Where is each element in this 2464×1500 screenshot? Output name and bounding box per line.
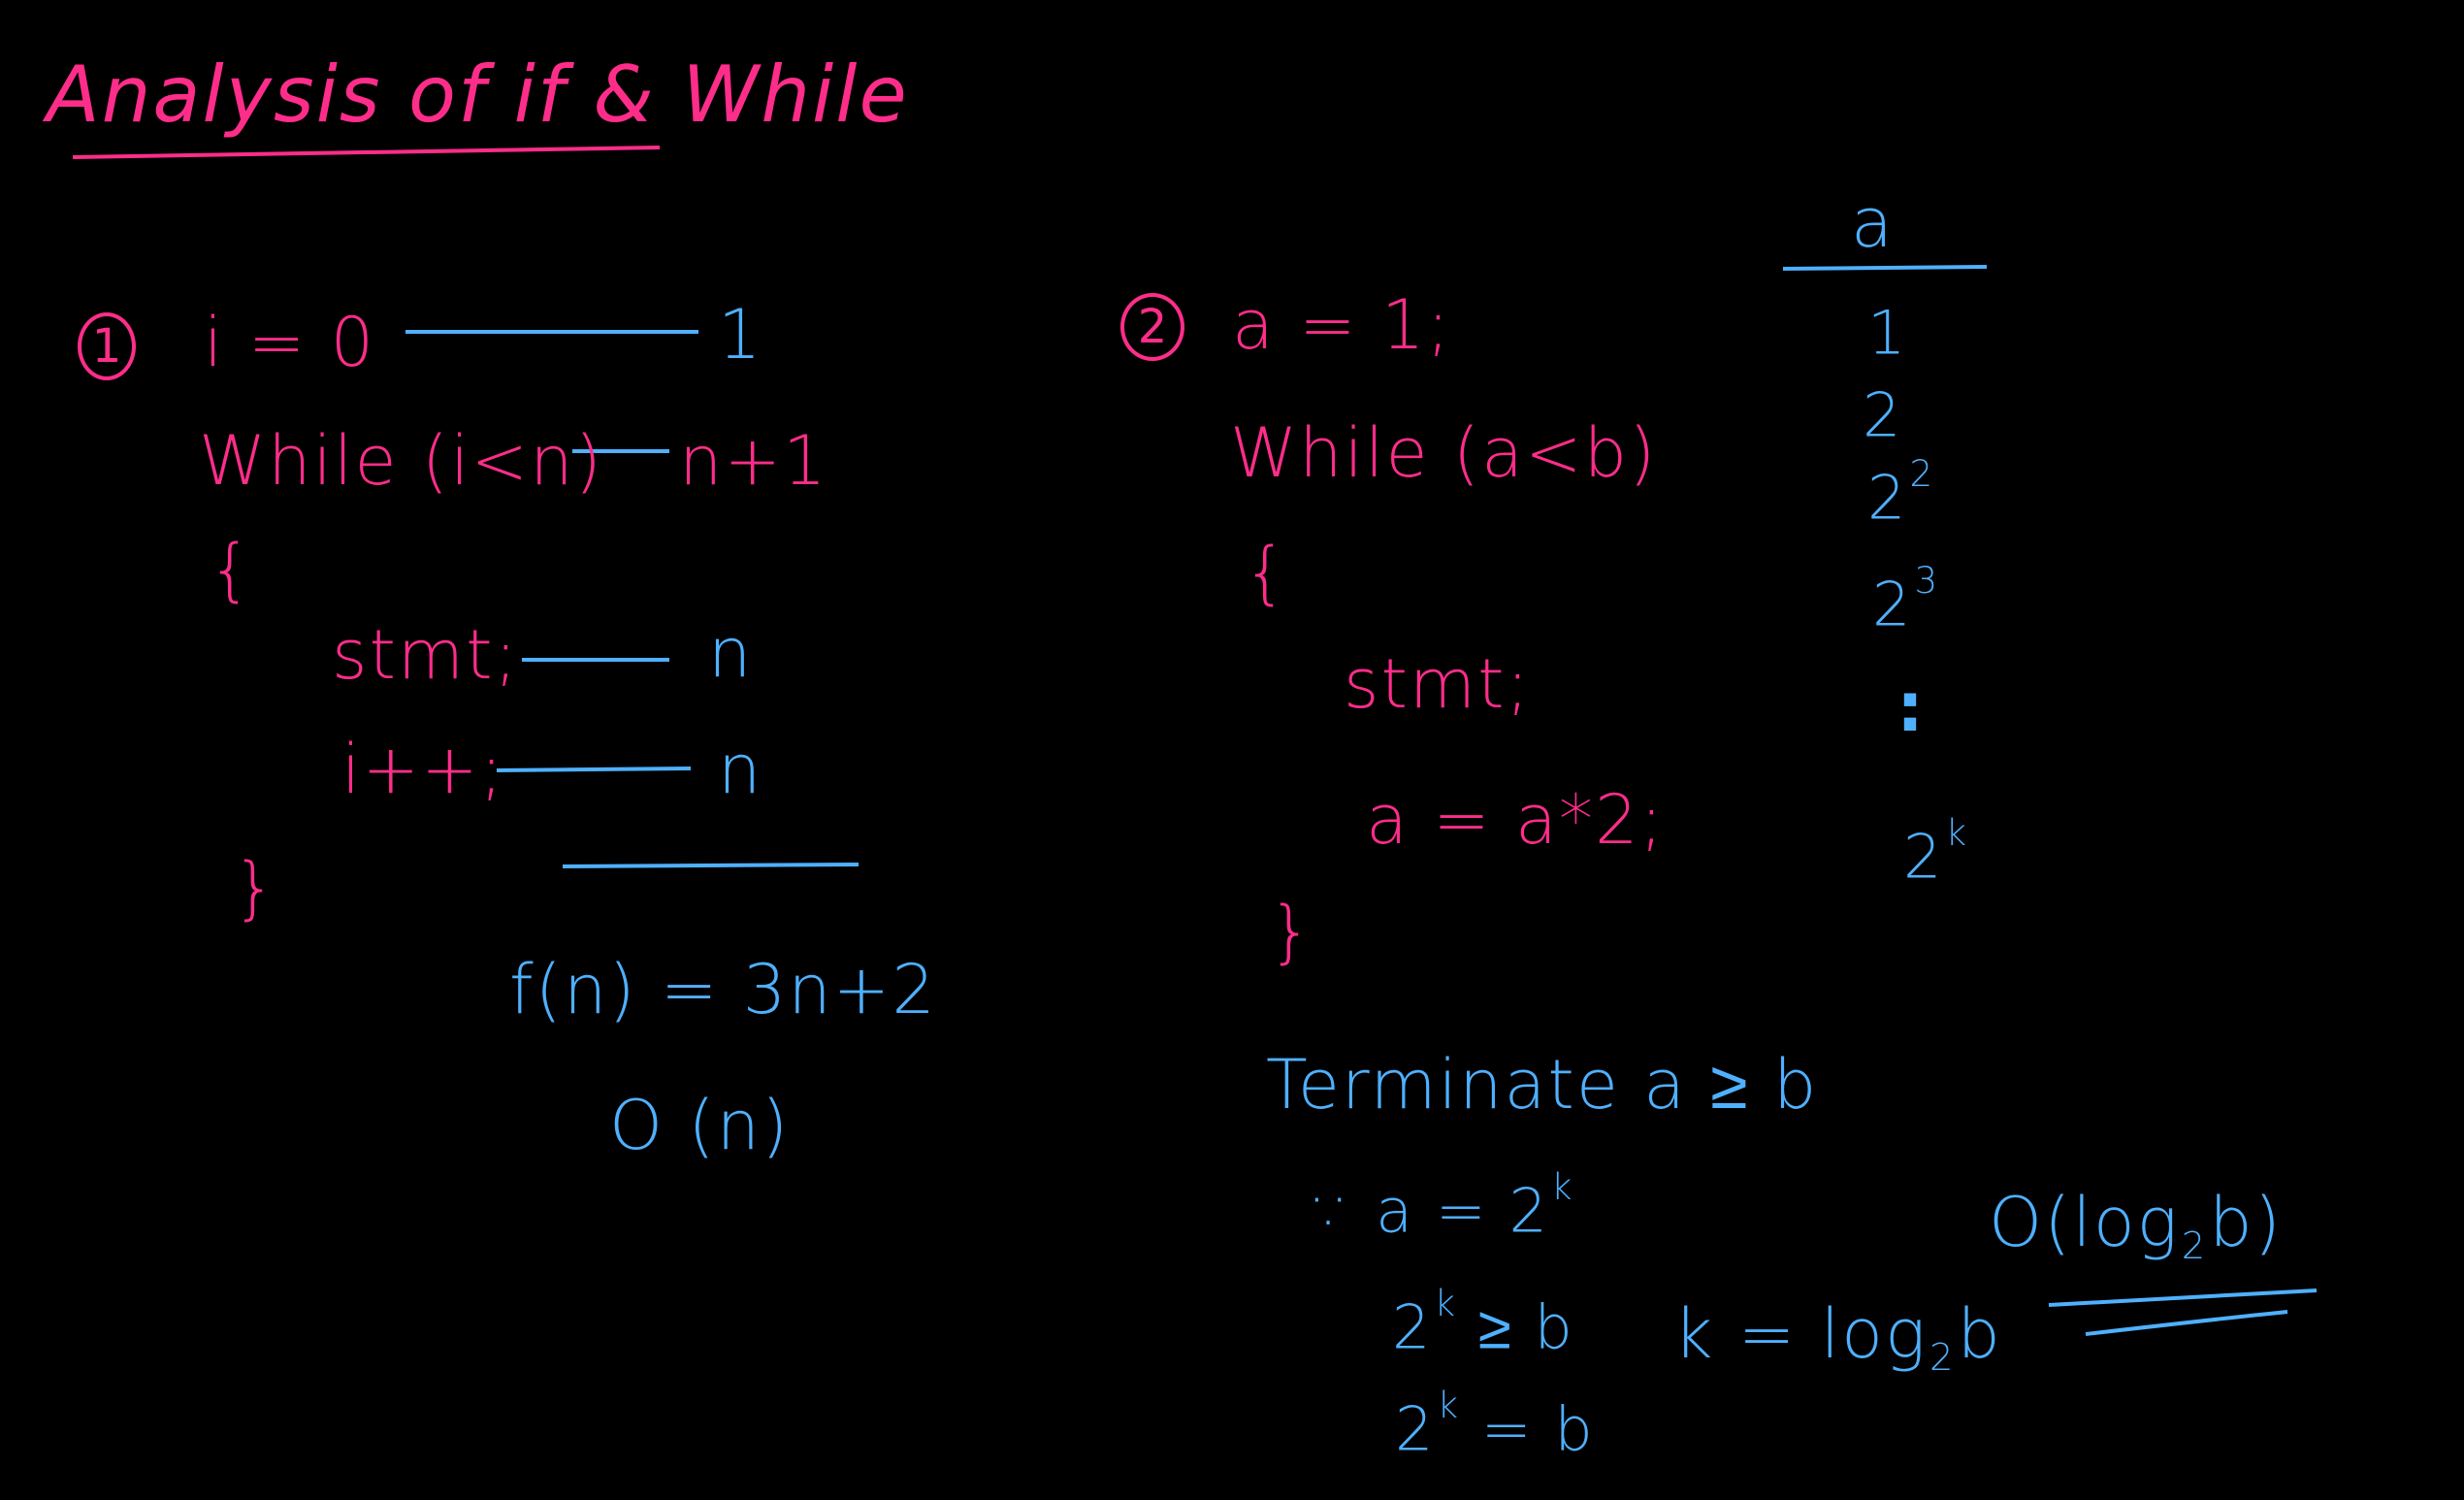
ex2-close-brace: }	[1269, 892, 1314, 971]
ex2-order: O(log2b)	[1989, 1183, 2283, 1269]
ex2-while-line: While (a<b)	[1230, 413, 1658, 493]
example-2-number: 2	[1120, 293, 1184, 361]
ex1-close-brace: }	[233, 848, 278, 928]
result-underline-1	[2048, 1288, 2318, 1307]
ex1-count-stmt: n	[708, 613, 754, 693]
ex2-open-brace: {	[1244, 533, 1289, 612]
table-header-line	[1782, 265, 1988, 271]
ex1-open-brace: {	[209, 530, 254, 609]
ex1-count-increment: n	[718, 730, 763, 809]
table-row-ellipsis: :	[1897, 667, 1926, 747]
example-1-number: 1	[78, 312, 136, 380]
count-line-4	[496, 766, 692, 772]
ex2-terminate: Terminate a ≥ b	[1266, 1045, 1819, 1125]
table-row: 2k	[1903, 811, 1968, 893]
page-title: Analysis of if & While	[47, 49, 909, 140]
ex2-inequality: 2k ≥ b	[1392, 1282, 1574, 1363]
table-row: 23	[1872, 559, 1940, 640]
ex2-k-value: k = log2b	[1673, 1294, 2002, 1381]
ex2-a-init: a = 1;	[1232, 285, 1452, 365]
ex1-function: f(n) = 3n+2	[509, 950, 937, 1029]
ex2-since-line: ∵ a = 2k	[1314, 1165, 1574, 1247]
ex1-while-line: While (i<n)	[199, 421, 603, 501]
ex1-count-1: 1	[718, 295, 763, 375]
table-row: 2	[1863, 379, 1903, 451]
ex2-stmt-line: stmt;	[1344, 644, 1532, 724]
ex1-order: O (n)	[609, 1086, 791, 1165]
ex2-double-line: a = a*2;	[1366, 780, 1666, 860]
ex1-count-while: n+1	[679, 421, 828, 501]
ex2-equality: 2k = b	[1395, 1384, 1595, 1465]
ex1-stmt-line: stmt;	[332, 615, 520, 695]
title-underline	[72, 146, 661, 159]
ex1-increment-line: i++;	[341, 730, 505, 809]
table-row: 1	[1867, 297, 1908, 369]
table-header: a	[1851, 183, 1895, 263]
result-underline-2	[2085, 1310, 2288, 1336]
sum-line	[562, 863, 859, 868]
ex1-line-i-init: i = 0	[204, 303, 376, 382]
table-row: 22	[1867, 452, 1935, 534]
